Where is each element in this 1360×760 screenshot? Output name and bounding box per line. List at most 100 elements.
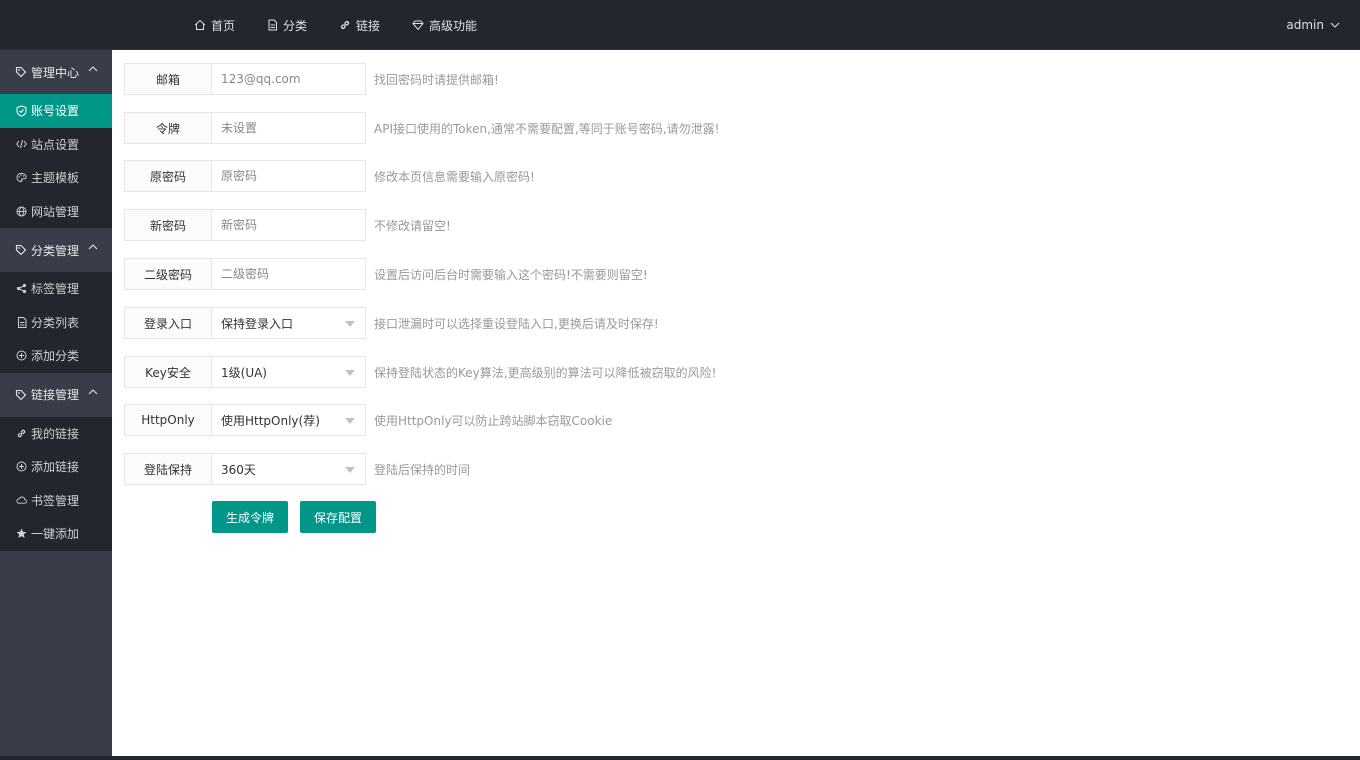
sidebar-item-add-link[interactable]: 添加链接 (0, 450, 112, 484)
sidebar-item-site-label: 站点设置 (31, 137, 80, 152)
link-icon (16, 428, 27, 439)
old-password-field[interactable] (221, 169, 351, 183)
dropdown-arrow-icon (345, 418, 355, 424)
form-row-login-keep: 登陆保持 360天 登陆后保持的时间 (124, 453, 470, 485)
sidebar-item-my-links[interactable]: 我的链接 (0, 416, 112, 450)
key-security-select[interactable]: 1级(UA) (212, 356, 366, 388)
star-icon (16, 528, 27, 539)
shield-icon (16, 105, 27, 117)
sidebar-item-add-category[interactable]: 添加分类 (0, 339, 112, 373)
form-row-second-password: 二级密码 设置后访问后台时需要输入这个密码!不需要则留空! (124, 258, 648, 290)
form-row-old-password: 原密码 修改本页信息需要输入原密码! (124, 160, 535, 192)
sidebar-item-quick-add[interactable]: 一键添加 (0, 517, 112, 551)
form-row-new-password: 新密码 不修改请留空! (124, 209, 451, 241)
username: admin (1286, 18, 1324, 32)
httponly-selected: 使用HttpOnly(荐) (221, 413, 320, 428)
nav-advanced[interactable]: 高级功能 (412, 0, 477, 50)
save-config-button[interactable]: 保存配置 (300, 501, 376, 533)
login-keep-selected: 360天 (221, 462, 256, 477)
old-password-hint: 修改本页信息需要输入原密码! (374, 169, 535, 184)
chevron-up-icon (88, 66, 98, 72)
chevron-up-icon (88, 388, 98, 395)
diamond-icon (412, 19, 424, 31)
sidebar-item-quick-add-label: 一键添加 (31, 527, 80, 542)
globe-icon (16, 206, 27, 217)
nav-home-label: 首页 (211, 18, 236, 33)
login-keep-hint: 登陆后保持的时间 (374, 462, 471, 477)
bottom-border (0, 756, 1360, 760)
sidebar-item-add-link-label: 添加链接 (31, 460, 80, 475)
key-security-label: Key安全 (124, 356, 212, 388)
token-field[interactable] (221, 121, 351, 135)
token-hint: API接口使用的Token,通常不需要配置,等同于账号密码,请勿泄露! (374, 121, 720, 136)
sidebar-group-category-label: 分类管理 (31, 243, 80, 258)
tag-icon (15, 66, 27, 78)
email-hint: 找回密码时请提供邮箱! (374, 72, 499, 87)
form-row-email: 邮箱 找回密码时请提供邮箱! (124, 63, 499, 95)
sidebar-group-admin: 管理中心 账号设置 站点设置 主题模板 网站管理 (0, 50, 112, 228)
add-circle-icon (16, 350, 27, 361)
add-circle-icon (16, 461, 27, 472)
palette-icon (16, 172, 27, 183)
sidebar-item-bookmarks-label: 书签管理 (31, 493, 80, 508)
sidebar-item-my-links-label: 我的链接 (31, 426, 80, 441)
second-password-hint: 设置后访问后台时需要输入这个密码!不需要则留空! (374, 267, 648, 282)
nav-links[interactable]: 链接 (339, 0, 380, 50)
sidebar-item-theme-label: 主题模板 (31, 171, 80, 186)
nav-category[interactable]: 分类 (267, 0, 307, 50)
chevron-down-icon (1330, 22, 1340, 28)
sidebar-item-tags-label: 标签管理 (31, 282, 80, 297)
login-entry-select[interactable]: 保持登录入口 (212, 307, 366, 339)
main-content: 邮箱 找回密码时请提供邮箱! 令牌 API接口使用的Token,通常不需要配置,… (112, 50, 1360, 756)
login-keep-select[interactable]: 360天 (212, 453, 366, 485)
email-field-wrap (212, 63, 366, 95)
file-icon (267, 19, 278, 31)
httponly-select[interactable]: 使用HttpOnly(荐) (212, 404, 366, 436)
second-password-label: 二级密码 (124, 258, 212, 290)
token-field-wrap (212, 112, 366, 144)
link-icon (339, 19, 351, 31)
sidebar-group-admin-title[interactable]: 管理中心 (0, 50, 112, 94)
nav-home[interactable]: 首页 (194, 0, 235, 50)
httponly-hint: 使用HttpOnly可以防止跨站脚本窃取Cookie (374, 413, 613, 428)
nav-category-label: 分类 (283, 18, 308, 33)
sidebar-item-account-label: 账号设置 (31, 104, 80, 119)
new-password-hint: 不修改请留空! (374, 218, 451, 233)
sidebar-group-links: 链接管理 我的链接 添加链接 书签管理 一键添加 (0, 372, 112, 551)
sidebar-item-bookmarks[interactable]: 书签管理 (0, 483, 112, 517)
chevron-up-icon (88, 244, 98, 250)
login-keep-label: 登陆保持 (124, 453, 212, 485)
key-security-selected: 1级(UA) (221, 365, 267, 380)
sidebar-group-category-title[interactable]: 分类管理 (0, 228, 112, 272)
sidebar-item-category-list-label: 分类列表 (31, 315, 80, 330)
form-row-token: 令牌 API接口使用的Token,通常不需要配置,等同于账号密码,请勿泄露! (124, 112, 719, 144)
form-row-login-entry: 登录入口 保持登录入口 接口泄漏时可以选择重设登陆入口,更换后请及时保存! (124, 307, 659, 339)
tag-icon (15, 389, 27, 401)
email-field[interactable] (221, 72, 351, 86)
login-entry-label: 登录入口 (124, 307, 212, 339)
dropdown-arrow-icon (345, 467, 355, 473)
sidebar-item-site[interactable]: 站点设置 (0, 127, 112, 161)
sidebar-item-theme[interactable]: 主题模板 (0, 161, 112, 195)
top-nav: 首页 分类 链接 高级功能 (194, 0, 509, 50)
form-row-httponly: HttpOnly 使用HttpOnly(荐) 使用HttpOnly可以防止跨站脚… (124, 404, 612, 436)
generate-token-button[interactable]: 生成令牌 (212, 501, 288, 533)
top-header: 首页 分类 链接 高级功能 admin (0, 0, 1360, 50)
sidebar-item-tags[interactable]: 标签管理 (0, 272, 112, 306)
share-icon (16, 283, 27, 294)
user-menu[interactable]: admin (1286, 0, 1340, 50)
sidebar-item-account[interactable]: 账号设置 (0, 94, 112, 128)
new-password-field[interactable] (221, 218, 351, 232)
nav-advanced-label: 高级功能 (429, 18, 478, 33)
sidebar-group-category: 分类管理 标签管理 分类列表 添加分类 (0, 228, 112, 373)
sidebar-group-links-title[interactable]: 链接管理 (0, 372, 112, 417)
dropdown-arrow-icon (345, 321, 355, 327)
second-password-field[interactable] (221, 267, 351, 281)
sidebar-item-add-category-label: 添加分类 (31, 349, 80, 364)
sidebar-item-websites[interactable]: 网站管理 (0, 194, 112, 228)
sidebar-item-category-list[interactable]: 分类列表 (0, 305, 112, 339)
new-password-field-wrap (212, 209, 366, 241)
email-label: 邮箱 (124, 63, 212, 95)
nav-links-label: 链接 (356, 18, 381, 33)
key-security-hint: 保持登陆状态的Key算法,更高级别的算法可以降低被窃取的风险! (374, 365, 717, 380)
